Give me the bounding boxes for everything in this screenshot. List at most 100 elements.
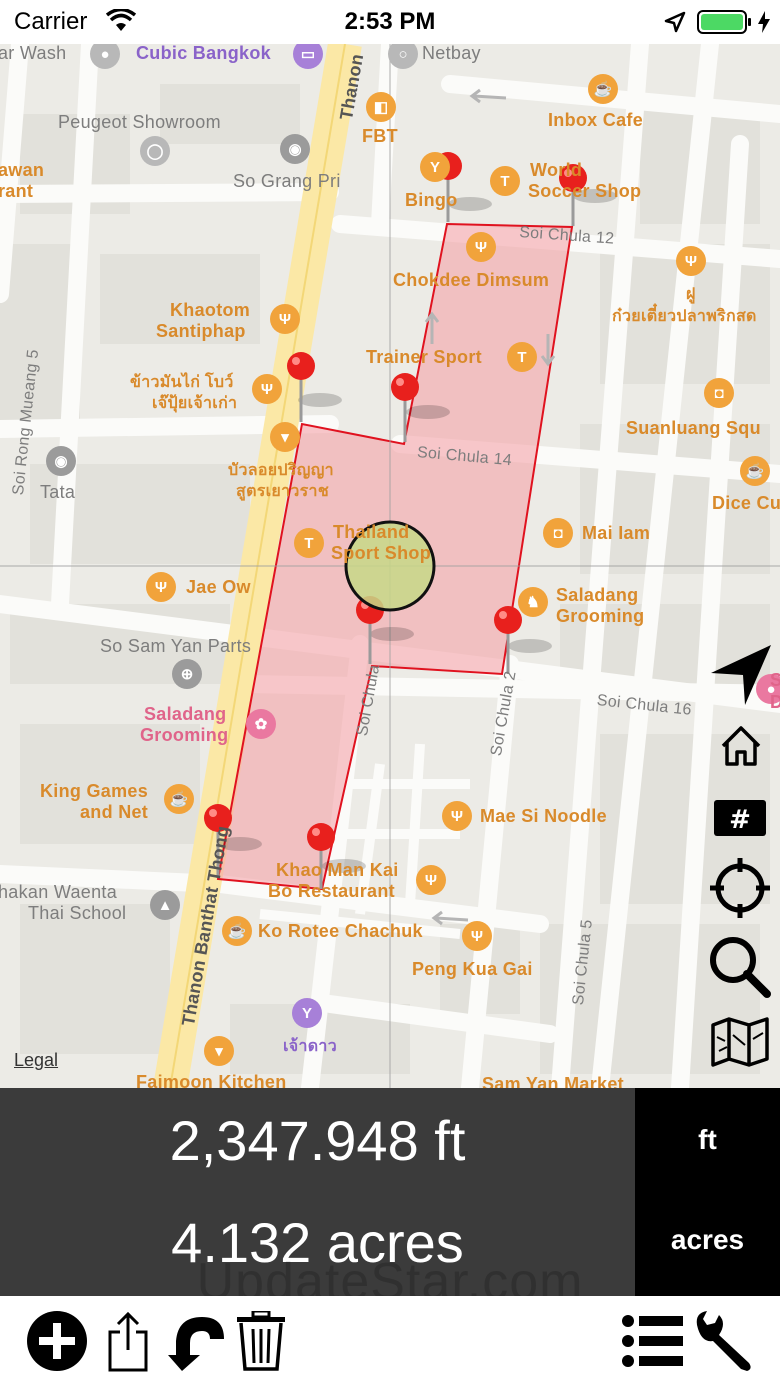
place-label: Grooming (140, 725, 229, 745)
place-label: Jae Ow (186, 577, 251, 597)
place-label: Sport Shop (331, 543, 431, 563)
place-label: Bo Restaurant (268, 881, 395, 901)
search-button[interactable] (706, 934, 772, 998)
place-label: Khao Man Kai (276, 860, 399, 880)
wrench-icon (696, 1311, 751, 1371)
add-button[interactable] (24, 1308, 90, 1374)
place-label: World (530, 160, 583, 180)
grid-button[interactable]: # (714, 800, 766, 836)
center-location-button[interactable] (708, 856, 772, 920)
place-label: Saladang (556, 585, 639, 605)
place-label: Thai School (28, 903, 127, 923)
place-label: Cubic Bangkok (136, 44, 271, 63)
bottom-toolbar (0, 1296, 780, 1387)
school-icon: ▲ (150, 890, 180, 920)
place-label: awan (0, 160, 45, 180)
cafe-icon: ☕ (164, 784, 194, 814)
shirt-icon: T (490, 166, 520, 196)
place-label: ar Wash (0, 44, 67, 63)
cafe-icon: ☕ (740, 456, 770, 486)
restaurant-icon: Ψ (416, 865, 446, 895)
basket-icon: ▾ (204, 1036, 234, 1066)
place-label: Dice Cu (712, 493, 780, 513)
restaurant-icon: Ψ (442, 801, 472, 831)
place-label: Inbox Cafe (548, 110, 644, 130)
restaurant-icon: Ψ (146, 572, 176, 602)
shop-icon: ◘ (543, 518, 573, 548)
place-label: Grooming (556, 606, 645, 626)
place-label: and Net (80, 802, 149, 822)
crosshair-icon (710, 858, 770, 918)
place-label: Sam Yan Market (482, 1074, 624, 1088)
peugeot-icon: ◯ (140, 136, 170, 166)
bingo-icon: Y (420, 152, 450, 182)
share-button[interactable] (104, 1308, 152, 1376)
undo-button[interactable] (166, 1308, 230, 1374)
map-icon (711, 1017, 769, 1067)
place-label: So Grang Pri (233, 171, 341, 191)
delete-button[interactable] (234, 1308, 288, 1374)
place-label: So Sam Yan Parts (100, 636, 252, 656)
undo-icon (168, 1317, 224, 1371)
navigate-button[interactable] (708, 642, 774, 708)
place-label: Mae Si Noodle (480, 806, 607, 826)
list-button[interactable] (620, 1308, 686, 1374)
list-icon (622, 1315, 683, 1367)
place-label: FBT (362, 126, 398, 146)
place-label: Ko Rotee Chachuk (258, 921, 423, 941)
place-label: ก๋วยเตี๋ยวปลาพริกสด (612, 308, 757, 325)
shop-icon: ◘ (704, 378, 734, 408)
fbt-shop-icon: ◧ (366, 92, 396, 122)
settings-button[interactable] (690, 1308, 756, 1374)
place-label: Khaotom (170, 300, 251, 320)
place-label: สูตรเยาวราช (236, 483, 329, 500)
motorbike-icon: ⊕ (172, 659, 202, 689)
place-label: Bingo (405, 190, 458, 210)
place-label: Peng Kua Gai (412, 959, 533, 979)
hash-icon: # (714, 800, 766, 836)
location-arrow-icon (711, 645, 771, 705)
distance-value: 2,347.948 ft (169, 1109, 466, 1172)
place-label: King Games (40, 781, 149, 801)
clock: 2:53 PM (344, 8, 436, 35)
map-type-button[interactable] (710, 1014, 770, 1070)
place-label: Thailand (333, 522, 410, 542)
charging-icon (757, 10, 771, 39)
basket-icon: ▾ (270, 422, 300, 452)
place-label: Santiphap (156, 321, 246, 341)
place-label: Mai Iam (582, 523, 651, 543)
location-arrow-icon (664, 11, 686, 38)
pet-grooming-icon: ✿ (246, 709, 276, 739)
place-label: ข้าวมันไก่ โบว์ (130, 374, 234, 391)
restaurant-icon: Ψ (676, 246, 706, 276)
place-label: Tata (40, 482, 76, 502)
place-label: rant (0, 181, 34, 201)
place-label: เจ้าดาว (283, 1038, 337, 1055)
place-label: บัวลอยปริญญา (228, 462, 334, 479)
pet-icon: ♞ (518, 587, 548, 617)
place-label: hakan Waenta (0, 882, 118, 902)
car-icon: ◉ (46, 446, 76, 476)
search-icon (710, 937, 771, 998)
place-label: Faimoon Kitchen (136, 1072, 287, 1088)
place-label: Netbay (422, 44, 481, 63)
legal-link[interactable]: Legal (14, 1050, 58, 1071)
bar-icon: Y (292, 998, 322, 1028)
place-label: Saladang (144, 704, 227, 724)
map-view[interactable]: ● ▭ ○ ◧ ☕ ◯ ◉ Y T Ψ Ψ Ψ T Ψ ◘ ▾ ◉ ☕ T ◘ … (0, 44, 780, 1088)
home-button[interactable] (714, 720, 768, 772)
place-label: Soccer Shop (528, 181, 642, 201)
place-label: เจ๊ปุ้ยเจ้าเก่า (152, 395, 238, 412)
restaurant-icon: Ψ (252, 374, 282, 404)
car-service-icon: ◉ (280, 134, 310, 164)
place-label: Chokdee Dimsum (393, 270, 550, 290)
svg-text:#: # (729, 805, 751, 835)
place-label: Trainer Sport (366, 347, 482, 367)
distance-unit-button[interactable]: ft (635, 1124, 780, 1156)
plus-circle-icon (27, 1311, 87, 1371)
place-label: Peugeot Showroom (58, 112, 221, 132)
place-label: ฝู (686, 286, 696, 303)
shirt-icon: T (294, 528, 324, 558)
place-label: Suanluang Squ (626, 418, 761, 438)
trash-icon (237, 1311, 285, 1371)
